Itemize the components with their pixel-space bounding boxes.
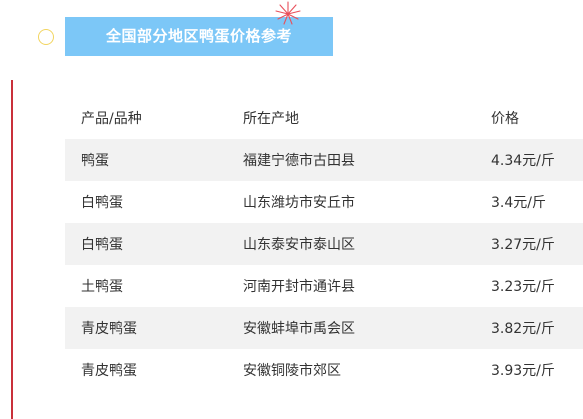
cell-price: 3.82元/斤 [491,321,555,337]
table-row: 青皮鸭蛋 安徽铜陵市郊区 3.93元/斤 [65,349,583,391]
circle-decoration [38,29,54,45]
cell-origin: 河南开封市通许县 [243,279,355,295]
cell-product: 鸭蛋 [81,153,109,169]
cell-price: 3.93元/斤 [491,363,555,379]
cell-price: 4.34元/斤 [491,153,555,169]
cell-product: 白鸭蛋 [81,237,123,253]
table-row: 白鸭蛋 山东潍坊市安丘市 3.4元/斤 [65,181,583,223]
table-row: 白鸭蛋 山东泰安市泰山区 3.27元/斤 [65,223,583,265]
price-table: 产品/品种 所在产地 价格 鸭蛋 福建宁德市古田县 4.34元/斤 白鸭蛋 山东… [65,97,583,391]
cell-product: 土鸭蛋 [81,279,123,295]
cell-origin: 山东泰安市泰山区 [243,237,355,253]
cell-price: 3.23元/斤 [491,279,555,295]
cell-product: 青皮鸭蛋 [81,363,137,379]
cell-price: 3.4元/斤 [491,195,546,211]
cell-origin: 安徽蚌埠市禹会区 [243,321,355,337]
column-header-price: 价格 [491,111,519,127]
table-header-row: 产品/品种 所在产地 价格 [65,97,583,139]
cell-price: 3.27元/斤 [491,237,555,253]
cell-origin: 山东潍坊市安丘市 [243,195,355,211]
cell-product: 青皮鸭蛋 [81,321,137,337]
column-header-product: 产品/品种 [81,111,142,127]
table-row: 青皮鸭蛋 安徽蚌埠市禹会区 3.82元/斤 [65,307,583,349]
cell-origin: 福建宁德市古田县 [243,153,355,169]
column-header-origin: 所在产地 [243,111,299,127]
left-divider [11,80,13,419]
table-row: 土鸭蛋 河南开封市通许县 3.23元/斤 [65,265,583,307]
cell-product: 白鸭蛋 [81,195,123,211]
firework-icon [275,1,301,25]
page: 全国部分地区鸭蛋价格参考 产品/品种 所在产地 价格 鸭蛋 福建宁德市古田县 4… [0,0,583,419]
cell-origin: 安徽铜陵市郊区 [243,363,341,379]
table-row: 鸭蛋 福建宁德市古田县 4.34元/斤 [65,139,583,181]
